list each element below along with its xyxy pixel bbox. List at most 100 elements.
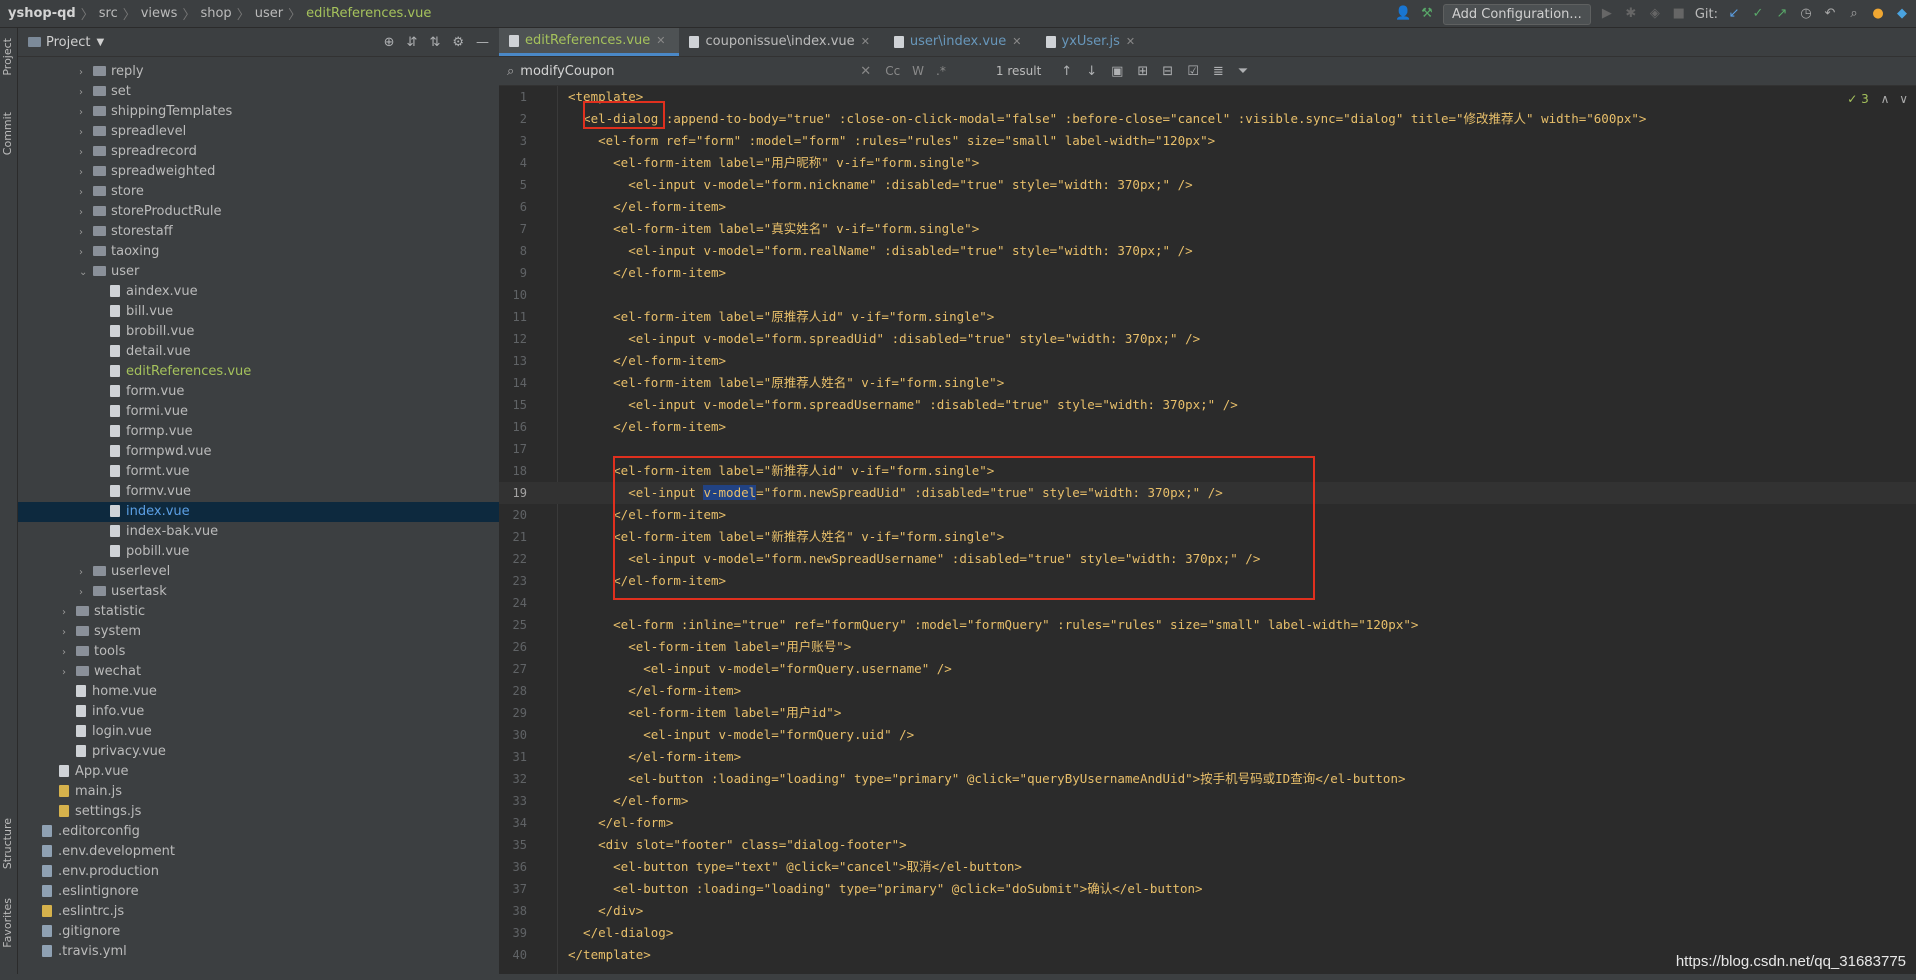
tree-item[interactable]: .gitignore (18, 922, 499, 942)
tree-item[interactable]: › statistic (18, 602, 499, 622)
code-line[interactable]: 2 <el-dialog :append-to-body="true" :clo… (499, 108, 1916, 130)
arrow-up-icon[interactable]: ↑ (1061, 64, 1072, 79)
tree-item[interactable]: .eslintignore (18, 882, 499, 902)
code-line[interactable]: 11 <el-form-item label="原推荐人id" v-if="fo… (499, 306, 1916, 328)
code-line[interactable]: 25 <el-form :inline="true" ref="formQuer… (499, 614, 1916, 636)
chevron-right-icon[interactable]: › (79, 583, 91, 603)
hammer-icon[interactable]: ⚒ (1419, 6, 1435, 22)
code-line[interactable]: 38 </div> (499, 900, 1916, 922)
code-line[interactable]: 9 </el-form-item> (499, 262, 1916, 284)
code-line[interactable]: 6 </el-form-item> (499, 196, 1916, 218)
project-tool-tab[interactable]: Project (1, 38, 14, 76)
debug-icon[interactable]: ✱ (1623, 6, 1639, 22)
breadcrumb-item[interactable]: src (99, 6, 118, 21)
tree-item[interactable]: main.js (18, 782, 499, 802)
search-icon[interactable]: ⌕ (1846, 6, 1862, 22)
chevron-down-icon[interactable]: ⌄ (79, 263, 91, 283)
run-icon[interactable]: ▶ (1599, 6, 1615, 22)
tree-item[interactable]: detail.vue (18, 342, 499, 362)
tree-item[interactable]: index-bak.vue (18, 522, 499, 542)
remove-occurrence-icon[interactable]: ⊟ (1162, 64, 1173, 79)
tree-item[interactable]: › wechat (18, 662, 499, 682)
filter-icon[interactable]: ⏷ (1238, 64, 1248, 79)
code-line[interactable]: 39 </el-dialog> (499, 922, 1916, 944)
tree-item[interactable]: › storeProductRule (18, 202, 499, 222)
tree-item[interactable]: bill.vue (18, 302, 499, 322)
tree-item[interactable]: .editorconfig (18, 822, 499, 842)
chevron-right-icon[interactable]: › (79, 63, 91, 83)
code-line[interactable]: 15 <el-input v-model="form.spreadUsernam… (499, 394, 1916, 416)
editor-tab[interactable]: yxUser.js ✕ (1036, 28, 1150, 56)
tree-item[interactable]: .travis.yml (18, 942, 499, 962)
code-line[interactable]: 32 <el-button :loading="loading" type="p… (499, 768, 1916, 790)
close-icon[interactable]: ✕ (1012, 28, 1021, 56)
tree-item[interactable]: home.vue (18, 682, 499, 702)
tree-item[interactable]: › reply (18, 62, 499, 82)
code-line[interactable]: 35 <div slot="footer" class="dialog-foot… (499, 834, 1916, 856)
editor-tab[interactable]: user\index.vue ✕ (884, 28, 1036, 56)
tree-item[interactable]: › spreadweighted (18, 162, 499, 182)
locate-icon[interactable]: ⊕ (384, 35, 395, 50)
tree-item[interactable]: › userlevel (18, 562, 499, 582)
tree-item[interactable]: formv.vue (18, 482, 499, 502)
code-line[interactable]: 14 <el-form-item label="原推荐人姓名" v-if="fo… (499, 372, 1916, 394)
user-icon[interactable]: 👤 (1395, 6, 1411, 22)
code-line[interactable]: 33 </el-form> (499, 790, 1916, 812)
git-update-icon[interactable]: ↙ (1726, 6, 1742, 22)
filter-list-icon[interactable]: ≣ (1213, 64, 1224, 79)
update-icon[interactable]: ● (1870, 6, 1886, 22)
code-line[interactable]: 27 <el-input v-model="formQuery.username… (499, 658, 1916, 680)
close-icon[interactable]: ✕ (656, 27, 665, 55)
editor-tab[interactable]: editReferences.vue ✕ (499, 27, 680, 56)
structure-tool-tab[interactable]: Structure (1, 818, 14, 869)
breadcrumb-file[interactable]: editReferences.vue (306, 6, 431, 21)
tree-item[interactable]: › store (18, 182, 499, 202)
words-toggle[interactable]: W (912, 64, 924, 78)
tree-item[interactable]: formi.vue (18, 402, 499, 422)
tree-item[interactable]: privacy.vue (18, 742, 499, 762)
code-line[interactable]: 1 <template> (499, 86, 1916, 108)
tree-item[interactable]: form.vue (18, 382, 499, 402)
inspection-widget[interactable]: ✓ 3 ∧ ∨ (1847, 92, 1908, 106)
breadcrumb-item[interactable]: user (255, 6, 283, 21)
tree-item[interactable]: App.vue (18, 762, 499, 782)
code-line[interactable]: 3 <el-form ref="form" :model="form" :rul… (499, 130, 1916, 152)
clear-icon[interactable]: ✕ (860, 64, 871, 79)
tree-item[interactable]: › storestaff (18, 222, 499, 242)
code-line[interactable]: 12 <el-input v-model="form.spreadUid" :d… (499, 328, 1916, 350)
code-line[interactable]: 29 <el-form-item label="用户id"> (499, 702, 1916, 724)
code-line[interactable]: 26 <el-form-item label="用户账号"> (499, 636, 1916, 658)
collapse-all-icon[interactable]: ⇅ (429, 35, 440, 50)
tree-item[interactable]: index.vue (18, 502, 499, 522)
tree-item[interactable]: pobill.vue (18, 542, 499, 562)
tree-item[interactable]: › usertask (18, 582, 499, 602)
code-line[interactable]: 28 </el-form-item> (499, 680, 1916, 702)
editor-tab[interactable]: couponissue\index.vue ✕ (679, 28, 883, 56)
close-icon[interactable]: ✕ (861, 28, 870, 56)
select-all-occurrences-icon[interactable]: ☑ (1187, 64, 1199, 79)
chevron-right-icon[interactable]: › (79, 103, 91, 123)
code-line[interactable]: 30 <el-input v-model="formQuery.uid" /> (499, 724, 1916, 746)
tree-item[interactable]: › system (18, 622, 499, 642)
code-line[interactable]: 31 </el-form-item> (499, 746, 1916, 768)
commit-tool-tab[interactable]: Commit (1, 112, 14, 155)
chevron-right-icon[interactable]: › (79, 163, 91, 183)
tree-item[interactable]: › tools (18, 642, 499, 662)
minimize-icon[interactable]: — (476, 35, 489, 50)
tree-item[interactable]: › spreadrecord (18, 142, 499, 162)
add-occurrence-icon[interactable]: ⊞ (1137, 64, 1148, 79)
chevron-right-icon[interactable]: › (79, 243, 91, 263)
chevron-right-icon[interactable]: › (79, 223, 91, 243)
arrow-down-icon[interactable]: ↓ (1086, 64, 1097, 79)
chevron-right-icon[interactable]: › (62, 623, 74, 643)
regex-icon[interactable]: .* (936, 64, 946, 78)
breadcrumb-item[interactable]: views (141, 6, 178, 21)
breadcrumb-item[interactable]: shop (200, 6, 231, 21)
tree-item[interactable]: .eslintrc.js (18, 902, 499, 922)
code-line[interactable]: 13 </el-form-item> (499, 350, 1916, 372)
git-commit-icon[interactable]: ✓ (1750, 6, 1766, 22)
select-all-icon[interactable]: ▣ (1111, 64, 1123, 79)
chevron-right-icon[interactable]: › (79, 123, 91, 143)
history-icon[interactable]: ◷ (1798, 6, 1814, 22)
code-line[interactable]: 37 <el-button :loading="loading" type="p… (499, 878, 1916, 900)
